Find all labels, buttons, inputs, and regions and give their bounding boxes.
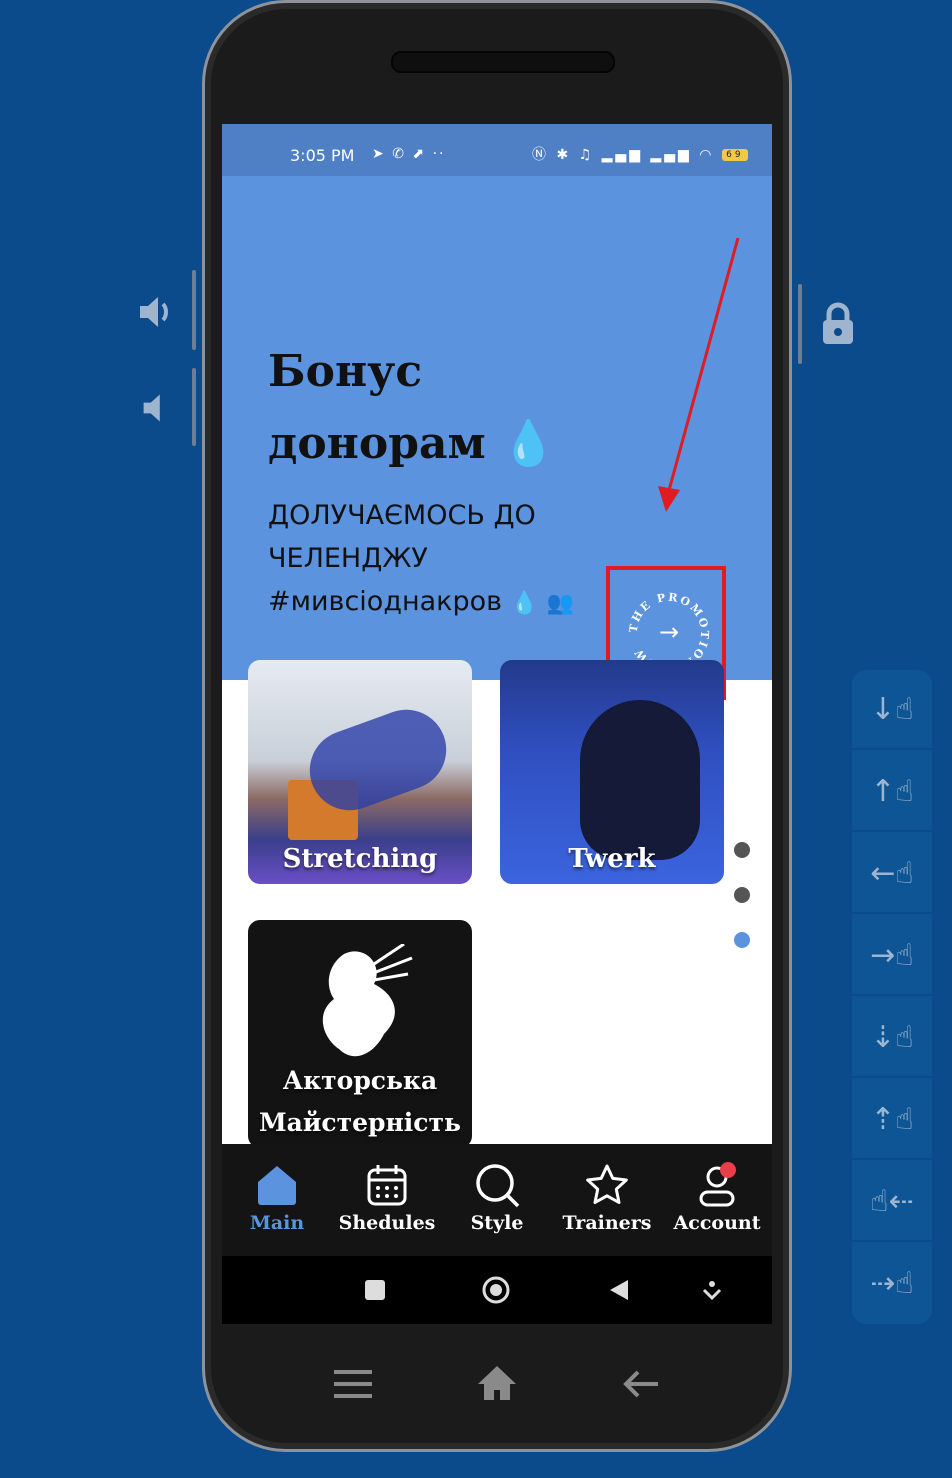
category-card-acting[interactable]: Акторська Майстерність (248, 920, 472, 1148)
back-arrow-icon[interactable] (622, 1368, 660, 1400)
promo-banner[interactable]: Бонус донорам 💧 ДОЛУЧАЄМОСЬ ДО ЧЕЛЕНДЖУ … (222, 176, 772, 700)
swipe-left-icon[interactable]: ←☝ (852, 834, 932, 914)
scroll-left-icon[interactable]: ☝⇠ (852, 1162, 932, 1242)
app-screen: 3:05 PM ➤ ✆ ⬈ ·· Ⓝ ✱ ♫ ▂▄▆ ▂▄▆ ◠ 69 Бону… (222, 124, 772, 1324)
card-label: Stretching (282, 844, 438, 874)
category-card-twerk[interactable]: Twerk (500, 660, 724, 884)
volume-down-icon[interactable] (140, 390, 176, 426)
status-time: 3:05 PM (290, 146, 355, 165)
system-navigation-bar (222, 1256, 772, 1324)
nav-style[interactable]: Style (442, 1162, 552, 1234)
banner-title: Бонус донорам 💧 (268, 346, 556, 469)
gesture-toolbar: ↓☝ ↑☝ ←☝ →☝ ⇣☝ ⇡☝ ☝⇠ ⇢☝ (852, 670, 932, 1324)
share-icon: ⬈ (412, 146, 427, 162)
home-circle-icon[interactable] (482, 1276, 510, 1304)
banner-hashtag: #мивсіоднакров (268, 586, 503, 617)
collapse-icon[interactable] (702, 1280, 722, 1302)
viber-icon: ✆ (392, 146, 406, 162)
mute-icon: ♫ (578, 147, 595, 163)
nfc-icon: Ⓝ (532, 147, 549, 163)
menu-icon[interactable] (334, 1370, 372, 1398)
wifi-icon: ◠ (699, 147, 715, 163)
arrow-right-icon: → (658, 618, 680, 646)
account-icon (699, 1162, 736, 1207)
more-icon: ·· (432, 146, 446, 162)
nav-shedules[interactable]: Shedules (332, 1162, 442, 1234)
home-icon[interactable] (476, 1364, 518, 1402)
pager-dot[interactable] (734, 842, 750, 858)
scroll-down-icon[interactable]: ⇣☝ (852, 998, 932, 1078)
system-icons: Ⓝ ✱ ♫ ▂▄▆ ▂▄▆ ◠ 69 (532, 144, 748, 164)
pager-dot-active[interactable] (734, 932, 750, 948)
battery-icon: 69 (721, 149, 748, 161)
swipe-up-icon[interactable]: ↑☝ (852, 752, 932, 832)
signal-icon: ▂▄▆ (601, 147, 643, 163)
card-label: Twerk (568, 844, 656, 874)
signal-icon: ▂▄▆ (650, 147, 692, 163)
nav-account[interactable]: Account (662, 1162, 772, 1234)
swipe-right-icon[interactable]: →☝ (852, 916, 932, 996)
notification-badge (720, 1162, 736, 1178)
dancer-silhouette (322, 944, 413, 1057)
volume-up-icon[interactable] (136, 292, 176, 332)
lock-icon[interactable] (820, 302, 856, 346)
search-icon (476, 1164, 520, 1208)
earpiece-speaker (391, 51, 615, 73)
notification-icons: ➤ ✆ ⬈ ·· (372, 146, 445, 162)
swipe-down-icon[interactable]: ↓☝ (852, 670, 932, 750)
pager-dot[interactable] (734, 887, 750, 903)
status-bar: 3:05 PM ➤ ✆ ⬈ ·· Ⓝ ✱ ♫ ▂▄▆ ▂▄▆ ◠ 69 (222, 124, 772, 176)
recents-icon[interactable] (365, 1280, 385, 1300)
home-icon (258, 1166, 296, 1205)
star-icon (586, 1164, 628, 1204)
people-icon: 👥 (546, 591, 575, 616)
bluetooth-icon: ✱ (556, 147, 572, 163)
calendar-icon (367, 1165, 407, 1206)
bottom-navigation: Main Shedules Style Trainers Account (222, 1144, 772, 1256)
scroll-up-icon[interactable]: ⇡☝ (852, 1080, 932, 1160)
category-card-stretching[interactable]: Stretching (248, 660, 472, 884)
back-icon[interactable] (608, 1278, 630, 1302)
nav-main[interactable]: Main (222, 1162, 332, 1234)
telegram-icon: ➤ (372, 146, 386, 162)
blood-drop-icon: 💧 (510, 591, 539, 616)
banner-subtitle: ДОЛУЧАЄМОСЬ ДО ЧЕЛЕНДЖУ #мивсіоднакров 💧… (268, 500, 575, 617)
card-label: Акторська Майстерність (259, 1066, 461, 1137)
twerk-figure (580, 700, 700, 860)
nav-trainers[interactable]: Trainers (552, 1162, 662, 1234)
blood-drop-icon: 💧 (501, 418, 556, 469)
scroll-right-icon[interactable]: ⇢☝ (852, 1244, 932, 1324)
